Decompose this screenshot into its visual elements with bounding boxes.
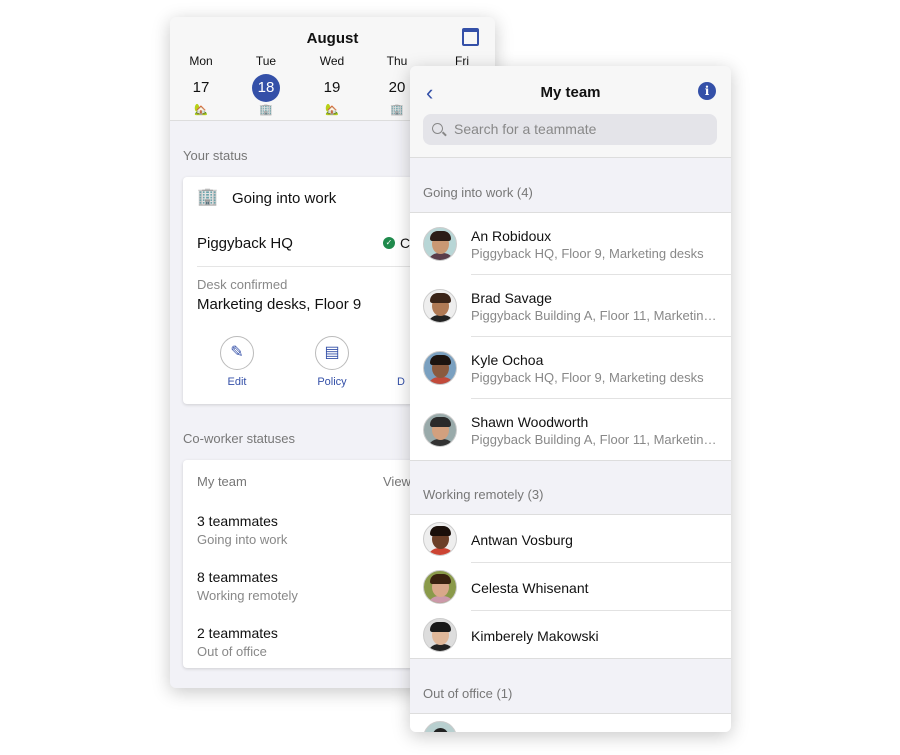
member-name: Antwan Vosburg	[471, 532, 573, 548]
teammate-count: 2 teammates	[197, 625, 278, 641]
my-team-screen: ‹ My team i Search for a teammate Going …	[410, 66, 731, 732]
page-title: My team	[540, 84, 601, 101]
member-name: Celesta Whisenant	[471, 580, 589, 596]
member-name: An Robidoux	[471, 228, 552, 244]
member-name: Kyle Ochoa	[471, 352, 544, 368]
home-icon: 🏡	[194, 104, 208, 116]
group-header: Working remotely (3)	[423, 487, 544, 502]
day-wed[interactable]: Wed 19 🏡	[310, 54, 354, 116]
search-input[interactable]: Search for a teammate	[423, 114, 717, 145]
document-icon: ▤	[324, 344, 340, 361]
day-mon[interactable]: Mon 17 🏡	[179, 54, 223, 116]
search-placeholder: Search for a teammate	[454, 121, 597, 137]
your-status-heading: Your status	[183, 148, 248, 163]
day-name: Tue	[255, 54, 277, 68]
list-item[interactable]: Kimberely Makowski	[410, 611, 731, 658]
out-of-office-list	[410, 713, 731, 732]
day-tue[interactable]: Tue 18 🏢	[244, 54, 288, 116]
pencil-icon: ✎	[230, 344, 244, 361]
desk-value: Marketing desks, Floor 9	[197, 296, 362, 313]
group-header: Out of office (1)	[423, 686, 513, 701]
avatar	[423, 227, 457, 261]
day-number: 18	[252, 74, 280, 102]
member-name: Kimberely Makowski	[471, 628, 599, 644]
list-item[interactable]: An Robidoux Piggyback HQ, Floor 9, Marke…	[410, 213, 731, 275]
avatar	[423, 351, 457, 385]
teammate-count: 8 teammates	[197, 569, 278, 585]
location-name: Piggyback HQ	[197, 235, 293, 252]
teammate-status: Going into work	[197, 532, 288, 547]
going-into-work-list: An Robidoux Piggyback HQ, Floor 9, Marke…	[410, 212, 731, 461]
list-item[interactable]	[410, 714, 731, 732]
group-header: Going into work (4)	[423, 185, 533, 200]
view-link[interactable]: View	[383, 474, 411, 489]
avatar	[423, 618, 457, 652]
search-icon	[432, 123, 443, 134]
member-detail: Piggyback Building A, Floor 11, Marketin…	[471, 308, 721, 323]
day-number: 20	[388, 79, 406, 96]
team-label: My team	[197, 474, 247, 489]
home-icon: 🏡	[325, 104, 339, 116]
calendar-icon[interactable]	[462, 28, 479, 46]
member-name: Shawn Woodworth	[471, 414, 589, 430]
check-icon: ✓	[383, 237, 395, 249]
policy-label[interactable]: Policy	[302, 376, 362, 388]
status-mode: Going into work	[232, 190, 337, 207]
list-item[interactable]: Celesta Whisenant	[410, 563, 731, 611]
edit-label[interactable]: Edit	[207, 376, 267, 388]
nav-bar: ‹ My team i Search for a teammate	[410, 66, 731, 158]
day-name: Mon	[189, 54, 213, 68]
info-icon[interactable]: i	[698, 82, 716, 100]
member-detail: Piggyback HQ, Floor 9, Marketing desks	[471, 370, 704, 385]
list-item[interactable]: Antwan Vosburg	[410, 515, 731, 563]
office-icon: 🏢	[259, 104, 273, 116]
avatar	[423, 721, 457, 732]
avatar	[423, 522, 457, 556]
list-item[interactable]: Shawn Woodworth Piggyback Building A, Fl…	[410, 399, 731, 460]
teammate-status: Working remotely	[197, 588, 298, 603]
member-detail: Piggyback HQ, Floor 9, Marketing desks	[471, 246, 704, 261]
office-icon: 🏢	[197, 187, 219, 206]
month-title: August	[306, 30, 359, 47]
working-remotely-list: Antwan Vosburg Celesta Whisenant Kimbere…	[410, 514, 731, 659]
member-name: Brad Savage	[471, 290, 552, 306]
teammate-count: 3 teammates	[197, 513, 278, 529]
day-number: 17	[192, 79, 210, 96]
policy-button[interactable]: ▤	[315, 336, 349, 370]
teammate-status: Out of office	[197, 644, 267, 659]
day-name: Thu	[386, 54, 408, 68]
avatar	[423, 570, 457, 604]
list-item[interactable]: Brad Savage Piggyback Building A, Floor …	[410, 275, 731, 337]
avatar	[423, 289, 457, 323]
member-detail: Piggyback Building A, Floor 11, Marketin…	[471, 432, 721, 447]
avatar	[423, 413, 457, 447]
confirm-status: C	[400, 235, 411, 251]
day-name: Wed	[319, 54, 345, 68]
edit-button[interactable]: ✎	[220, 336, 254, 370]
desk-label: Desk confirmed	[197, 277, 288, 292]
list-item[interactable]: Kyle Ochoa Piggyback HQ, Floor 9, Market…	[410, 337, 731, 399]
coworker-heading: Co-worker statuses	[183, 431, 295, 446]
day-number: 19	[323, 79, 341, 96]
